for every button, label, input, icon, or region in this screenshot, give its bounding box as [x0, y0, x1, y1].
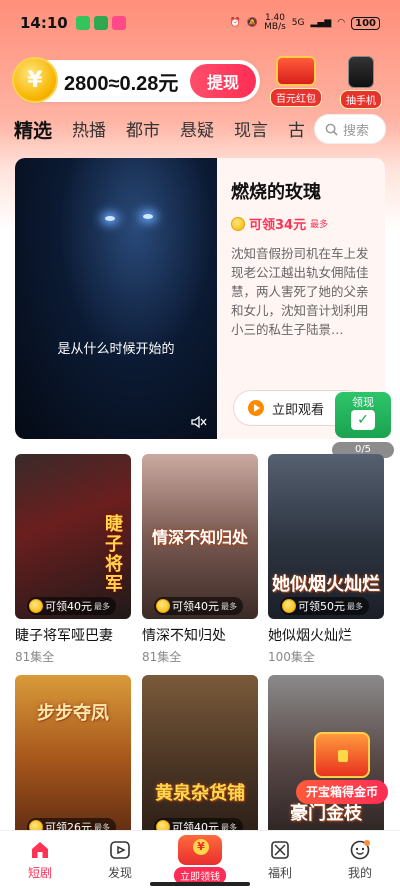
net-speed: 1.40 MB/s [264, 13, 286, 32]
signal-label: 5G [291, 18, 305, 28]
nav-short-drama[interactable]: 短剧 [0, 831, 80, 889]
featured-description: 沈知音假扮司机在车上发现老公江越出轨女佣陆佳慧，两人害死了她的父亲和女儿，沈知音… [231, 246, 369, 337]
reward-amount: 可领34元 [249, 218, 307, 233]
featured-title: 燃烧的玫瑰 [231, 182, 321, 203]
reward-max: 最多 [310, 220, 329, 230]
withdraw-button[interactable]: 提现 [190, 64, 256, 98]
tab-featured[interactable]: 精选 [14, 116, 52, 146]
home-indicator [150, 882, 250, 886]
drama-poster: 睫子将军 可领40元 最多 [15, 454, 131, 619]
search-box[interactable]: 搜索 [314, 114, 386, 144]
drama-card[interactable]: 步步夺凤 可领26元 最多 [15, 675, 131, 840]
coin-icon [282, 599, 296, 613]
reward-badge: 可领40元 最多 [154, 597, 243, 615]
nav-benefits[interactable]: 福利 [240, 831, 320, 889]
profile-icon [350, 840, 370, 860]
drama-name: 她似烟火灿烂 [268, 628, 352, 644]
featured-drama-card[interactable]: 是从什么时候开始的 燃烧的玫瑰 可领34元 最多 沈知音假扮司机在车上发现老公江… [15, 158, 385, 439]
tab-ancient[interactable]: 古 [288, 116, 304, 146]
mute-icon: 🔕 [246, 18, 259, 28]
mute-icon[interactable] [191, 415, 207, 429]
home-icon [32, 842, 48, 858]
drama-card[interactable]: 情深不知归处 可领40元 最多 情深不知归处 81集全 [142, 454, 258, 665]
status-time: 14:10 [20, 14, 68, 32]
status-app-icons [75, 16, 126, 30]
drama-poster: 她似烟火灿烂 可领50元 最多 [268, 454, 384, 619]
featured-video-player[interactable]: 是从什么时候开始的 [15, 158, 217, 439]
nav-profile[interactable]: 我的 [320, 831, 400, 889]
red-packet-icon [276, 56, 316, 86]
coin-icon [29, 599, 43, 613]
category-tabs: 精选 热播 都市 悬疑 现言 古 [14, 116, 304, 146]
play-icon [248, 400, 264, 416]
drama-poster: 黄泉杂货铺 可领40元 最多 [142, 675, 258, 840]
search-icon [325, 123, 338, 136]
drama-episodes: 81集全 [15, 650, 55, 664]
play-icon [110, 841, 130, 859]
tab-suspense[interactable]: 悬疑 [180, 116, 214, 146]
watch-now-label: 立即观看 [272, 402, 325, 418]
signal-icon: ▂▄▆ [310, 18, 332, 28]
check-icon: ✓ [351, 410, 375, 430]
cash-task-widget[interactable]: 领现 ✓ 0/5 [332, 392, 394, 458]
battery-indicator: 100 [351, 16, 380, 30]
drama-card[interactable]: 黄泉杂货铺 可领40元 最多 [142, 675, 258, 840]
bottom-nav: 短剧 发现 立即领钱 福利 我的 [0, 830, 400, 889]
reward-badge: 可领50元 最多 [280, 597, 369, 615]
drama-card[interactable]: 她似烟火灿烂 可领50元 最多 她似烟火灿烂 100集全 [268, 454, 384, 665]
tab-hot[interactable]: 热播 [72, 116, 106, 146]
tab-romance[interactable]: 现言 [234, 116, 268, 146]
gift-icon [271, 841, 289, 859]
money-bag-icon [178, 835, 222, 865]
wifi-icon: ◠ [337, 18, 346, 28]
cash-task-label: 领现 [352, 396, 374, 409]
video-light [143, 214, 153, 219]
phone-lottery-promo[interactable]: 抽手机 [340, 56, 382, 109]
tab-urban[interactable]: 都市 [126, 116, 160, 146]
alarm-icon: ⏰ [229, 18, 241, 28]
nav-discover[interactable]: 发现 [80, 831, 160, 889]
drama-card[interactable]: 睫子将军 可领40元 最多 睫子将军哑巴妻 81集全 [15, 454, 131, 665]
coin-icon [156, 599, 170, 613]
app-notification-icon [75, 16, 90, 30]
search-placeholder: 搜索 [343, 123, 370, 139]
drama-episodes: 100集全 [268, 650, 315, 664]
coin-icon [231, 216, 245, 231]
coin-icon: ¥ [12, 57, 58, 103]
coin-exchange-text: 2800≈0.28元 [64, 72, 179, 95]
drama-poster: 步步夺凤 可领26元 最多 [15, 675, 131, 840]
reward-badge: 可领40元 最多 [27, 597, 116, 615]
drama-poster: 情深不知归处 可领40元 最多 [142, 454, 258, 619]
cash-task-box: 领现 ✓ [335, 392, 391, 438]
phone-lottery-label: 抽手机 [340, 90, 382, 109]
red-packet-promo[interactable]: 百元红包 [270, 56, 322, 107]
nav-get-money[interactable]: 立即领钱 [160, 831, 240, 889]
status-bar: 14:10 ⏰ 🔕 1.40 MB/s 5G ▂▄▆ ◠ 100 [0, 0, 400, 46]
treasure-chest-label: 开宝箱得金币 [296, 780, 388, 804]
red-packet-label: 百元红包 [270, 88, 322, 107]
coin-balance-bar[interactable]: ¥ 2800≈0.28元 提现 [12, 57, 260, 103]
drama-name: 情深不知归处 [142, 628, 226, 644]
drama-name: 睫子将军哑巴妻 [15, 628, 113, 644]
treasure-chest-icon [314, 732, 370, 778]
video-subtitle: 是从什么时候开始的 [57, 342, 175, 357]
phone-icon [348, 56, 374, 88]
status-right: ⏰ 🔕 1.40 MB/s 5G ▂▄▆ ◠ 100 [230, 14, 380, 32]
treasure-chest-widget[interactable]: 开宝箱得金币 [296, 732, 388, 804]
drama-episodes: 81集全 [142, 650, 182, 664]
featured-reward: 可领34元 最多 [231, 214, 328, 233]
app-notification-icon [111, 16, 126, 30]
video-light [105, 216, 115, 221]
app-notification-icon [93, 16, 108, 30]
